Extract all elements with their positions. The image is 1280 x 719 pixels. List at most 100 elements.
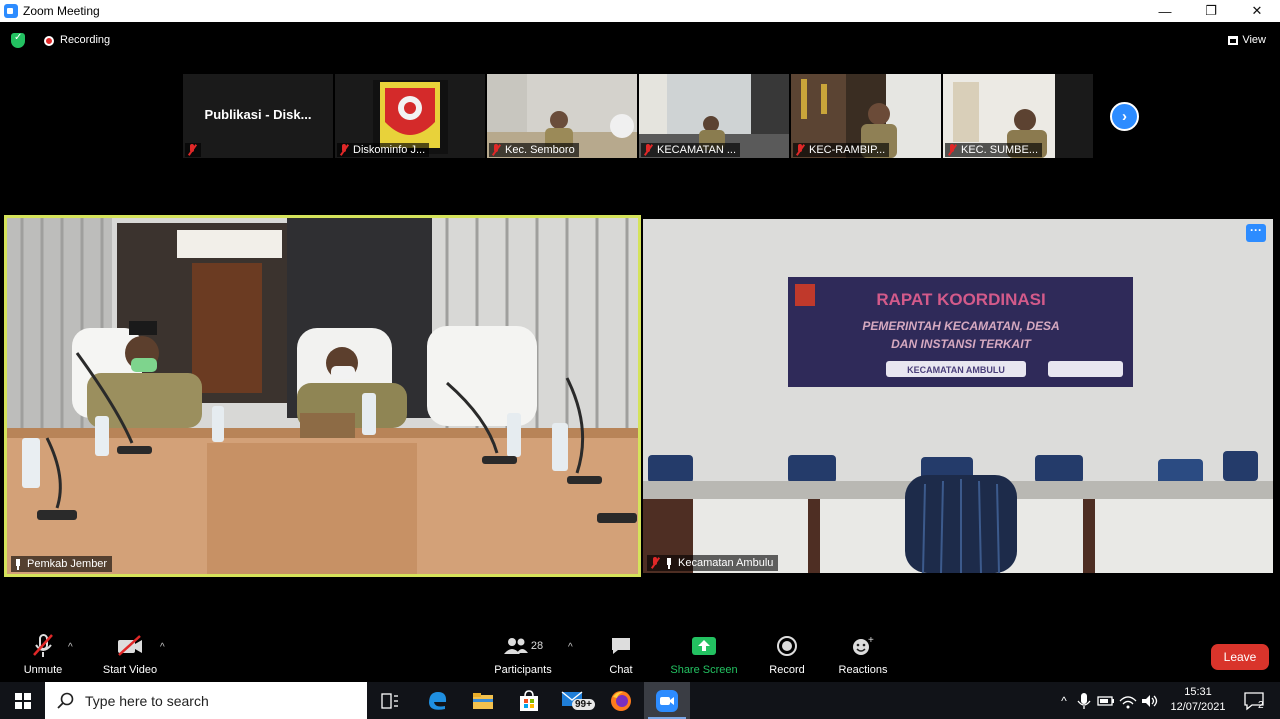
view-grid-icon [1228,35,1239,45]
leave-button[interactable]: Leave [1211,644,1269,670]
participants-icon: 28 [503,630,543,662]
participant-thumbnail[interactable]: KEC. SUMBE... [943,74,1093,158]
taskbar-firefox[interactable] [598,682,644,719]
search-icon [57,692,74,709]
taskbar-edge[interactable] [414,682,460,719]
taskbar-zoom[interactable] [644,682,690,719]
notification-count: 2 [1258,700,1264,711]
system-tray: ^ [1055,682,1161,719]
clock-time: 15:31 [1184,686,1212,698]
notification-center-button[interactable]: 2 [1234,682,1274,719]
zoom-icon [656,689,678,712]
close-button[interactable]: ✕ [1234,0,1280,22]
thumbnail-strip: Publikasi - Disk... Diskominfo J... Kec.… [183,74,1093,158]
banner-line2: DAN INSTANSI TERKAIT [891,337,1032,351]
meeting-toolbar: Unmute ^ Start Video ^ 28 Participants ^… [0,630,1280,682]
participant-name: KEC. SUMBE... [961,144,1039,156]
unmute-button[interactable]: Unmute [20,630,66,676]
audio-options-caret-icon[interactable]: ^ [68,642,73,653]
microphone-icon[interactable] [1073,692,1095,710]
chat-icon [610,630,632,662]
banner-title: RAPAT KOORDINASI [876,290,1045,309]
search-placeholder: Type here to search [85,692,209,709]
participant-label: KEC-RAMBIP... [793,143,890,157]
task-view-icon [381,692,398,709]
video-feed [7,218,638,574]
participants-label: Participants [494,664,552,676]
chat-label: Chat [609,664,633,676]
participant-label: Kec. Semboro [489,143,579,157]
participant-thumbnail[interactable]: KEC-RAMBIP... [791,74,941,158]
participant-label: Diskominfo J... [337,143,430,157]
start-button[interactable] [0,682,45,719]
task-view-button[interactable] [367,682,413,719]
banner-tag: KECAMATAN AMBULU [907,365,1005,375]
more-options-button[interactable]: ··· [1246,224,1266,242]
show-hidden-icons-chevron-icon[interactable]: ^ [1055,694,1073,708]
edge-icon [429,691,447,710]
record-icon [776,630,798,662]
window-title: Zoom Meeting [23,4,100,18]
taskbar-search-box[interactable]: Type here to search [45,682,367,719]
mic-muted-icon [947,144,957,156]
participant-name: Kecamatan Ambulu [678,557,774,569]
taskbar-clock[interactable]: 15:31 12/07/2021 [1166,685,1230,715]
start-video-button[interactable]: Start Video [100,630,160,676]
chat-button[interactable]: Chat [604,630,638,676]
meeting-topbar: Recording View [0,28,1280,54]
record-label: Record [769,664,805,676]
minimize-button[interactable]: — [1142,0,1188,22]
unmute-label: Unmute [23,664,63,676]
main-video[interactable]: RAPAT KOORDINASI PEMERINTAH KECAMATAN, D… [643,219,1273,573]
mic-muted-icon [643,144,653,156]
taskbar-mail[interactable]: 99+ [552,682,598,719]
participant-label: KEC. SUMBE... [945,143,1043,157]
banner-line1: PEMERINTAH KECAMATAN, DESA [862,319,1059,333]
participants-count: 28 [530,640,544,652]
restore-button[interactable]: ❐ [1188,0,1234,22]
participant-label [185,143,201,157]
reactions-button[interactable]: + Reactions [836,630,890,676]
share-screen-label: Share Screen [670,664,738,676]
start-video-label: Start Video [102,664,158,676]
taskbar-store[interactable] [506,682,552,719]
wifi-icon[interactable] [1117,692,1139,710]
participant-thumbnail[interactable]: Kec. Semboro [487,74,637,158]
store-icon [520,689,538,711]
recording-label[interactable]: Recording [60,34,110,46]
view-button[interactable]: View [1228,34,1266,46]
participant-name: Kec. Semboro [505,144,575,156]
participant-name-only: Publikasi - Disk... [204,107,312,122]
participants-caret-icon[interactable]: ^ [568,642,573,653]
next-page-button[interactable]: › [1110,102,1139,131]
participant-name: Pemkab Jember [27,558,108,570]
reactions-icon: + [851,630,875,662]
mic-off-icon [31,630,55,662]
reactions-label: Reactions [838,664,888,676]
view-label: View [1242,34,1266,46]
mic-muted-icon [339,144,349,156]
firefox-icon [611,690,631,711]
share-screen-button[interactable]: Share Screen [669,630,739,676]
main-video-active-speaker[interactable]: Pemkab Jember [4,215,641,577]
participant-thumbnail[interactable]: Diskominfo J... [335,74,485,158]
record-button[interactable]: Record [767,630,807,676]
participant-thumbnail[interactable]: Publikasi - Disk... [183,74,333,158]
video-options-caret-icon[interactable]: ^ [160,642,165,653]
participants-button[interactable]: 28 Participants [490,630,556,676]
encryption-shield-icon[interactable] [11,32,25,48]
folder-icon [473,692,493,709]
mic-muted-icon [187,144,197,156]
zoom-app-icon [4,4,18,18]
battery-icon[interactable] [1095,692,1117,710]
volume-icon[interactable] [1139,692,1161,710]
participant-thumbnail[interactable]: KECAMATAN ... [639,74,789,158]
windows-logo-icon [14,692,31,709]
participant-name: KECAMATAN ... [657,144,737,156]
share-screen-icon [692,630,716,662]
mic-muted-icon [795,144,805,156]
video-feed: RAPAT KOORDINASI PEMERINTAH KECAMATAN, D… [643,219,1273,573]
clock-date: 12/07/2021 [1170,701,1226,713]
taskbar-file-explorer[interactable] [460,682,506,719]
video-off-icon [116,630,144,662]
